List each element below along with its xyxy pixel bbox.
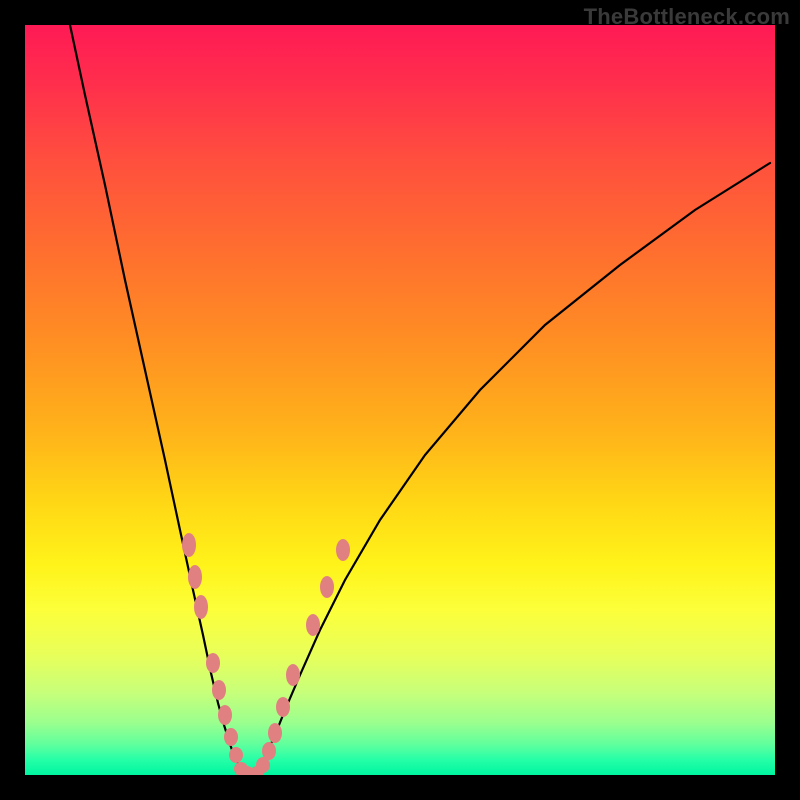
left-dot-4 xyxy=(212,680,226,700)
left-dot-7 xyxy=(229,747,243,763)
chart-svg xyxy=(25,25,775,775)
right-curve xyxy=(257,163,770,771)
right-dot-3 xyxy=(268,723,282,743)
plot-area xyxy=(25,25,775,775)
right-dot-5 xyxy=(286,664,300,686)
right-dot-6 xyxy=(306,614,320,636)
chart-frame: TheBottleneck.com xyxy=(0,0,800,800)
right-dot-4 xyxy=(276,697,290,717)
right-dot-2 xyxy=(262,742,276,760)
watermark-text: TheBottleneck.com xyxy=(584,4,790,30)
right-dot-7 xyxy=(320,576,334,598)
left-dot-0 xyxy=(182,533,196,557)
left-dot-5 xyxy=(218,705,232,725)
right-dot-8 xyxy=(336,539,350,561)
left-dot-1 xyxy=(188,565,202,589)
left-dot-3 xyxy=(206,653,220,673)
left-dot-2 xyxy=(194,595,208,619)
left-dot-6 xyxy=(224,728,238,746)
